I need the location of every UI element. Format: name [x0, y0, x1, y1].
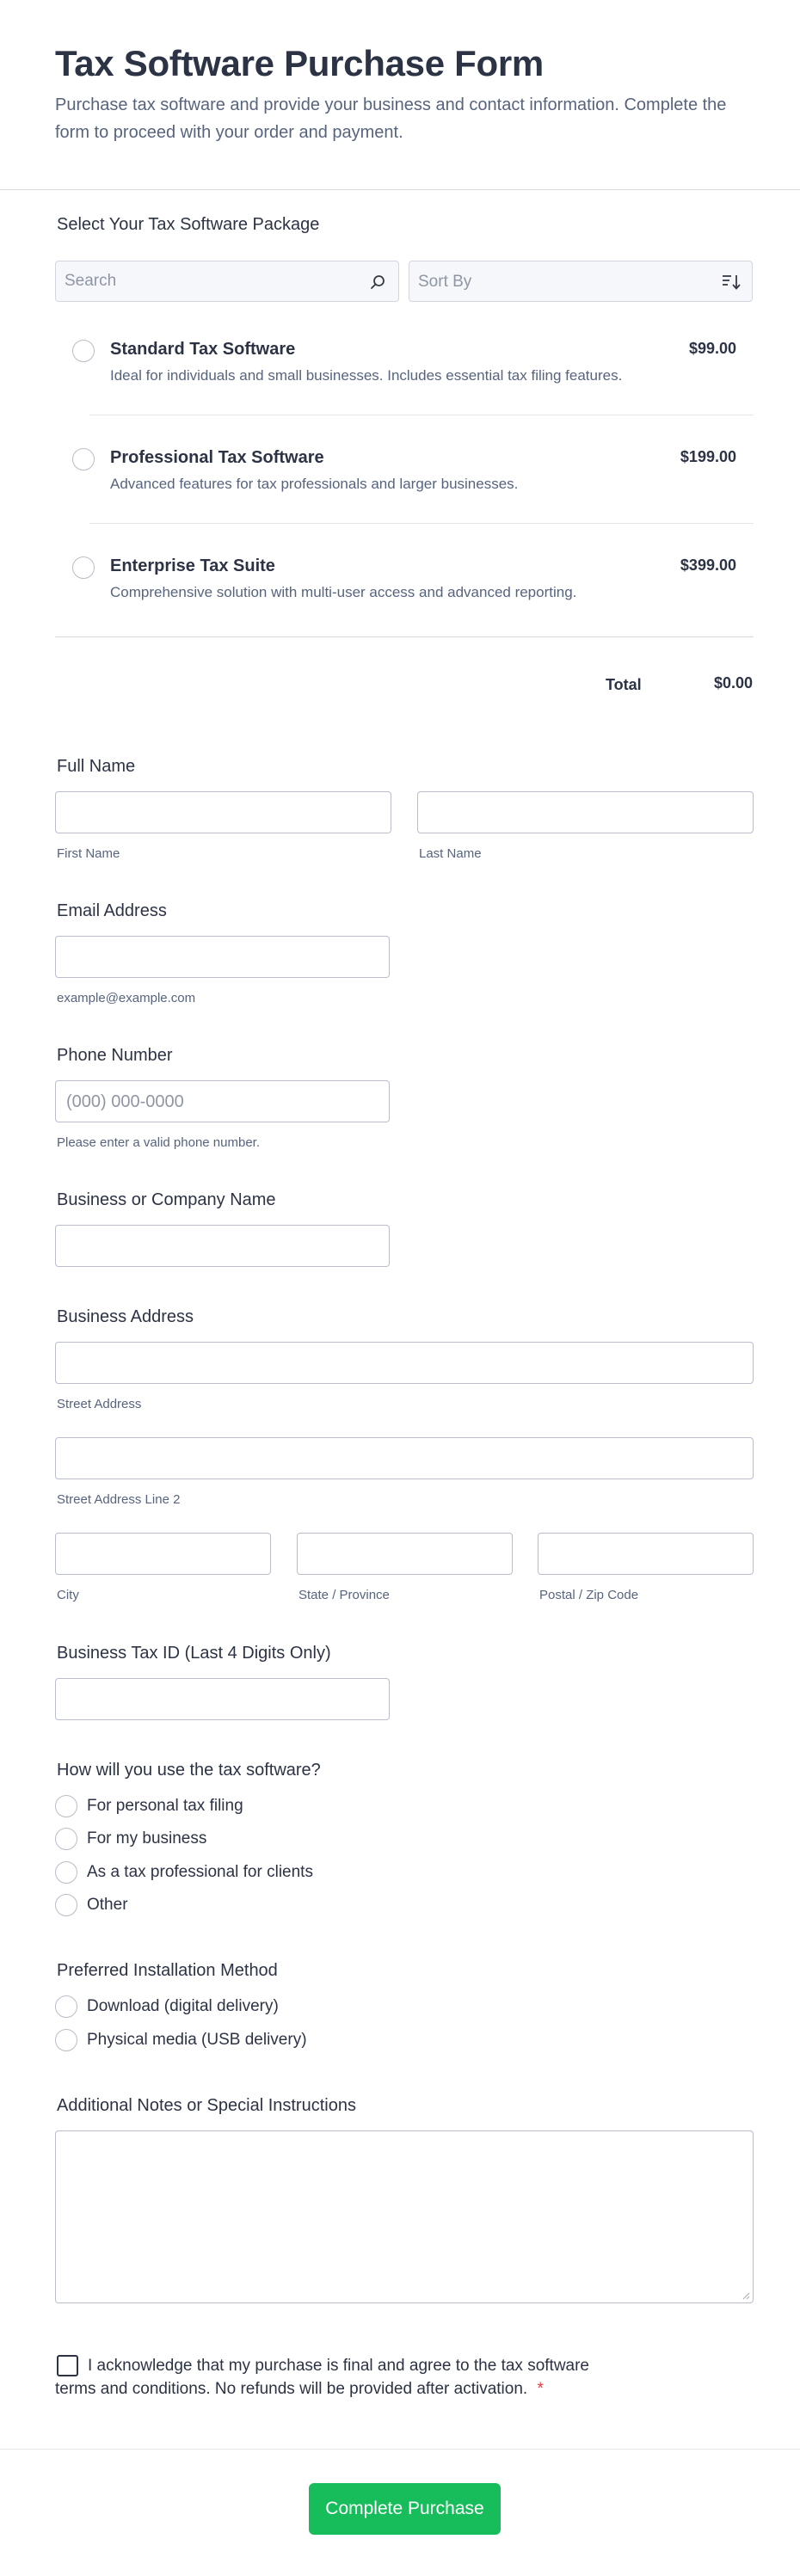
- form-header: Tax Software Purchase Form Purchase tax …: [0, 0, 800, 190]
- state-sublabel: State / Province: [298, 1588, 390, 1602]
- complete-purchase-button[interactable]: Complete Purchase: [309, 2483, 501, 2535]
- product-description: Comprehensive solution with multi-user a…: [110, 584, 577, 600]
- product-radio[interactable]: [72, 340, 95, 362]
- usage-option[interactable]: Other: [55, 1894, 399, 1918]
- radio-button[interactable]: [55, 1795, 77, 1817]
- install-option-label: Physical media (USB delivery): [87, 2031, 307, 2049]
- zip-sublabel: Postal / Zip Code: [539, 1588, 639, 1602]
- form-description: Purchase tax software and provide your b…: [55, 95, 727, 142]
- install-option-label: Download (digital delivery): [87, 1997, 279, 2015]
- email-input[interactable]: [55, 936, 390, 978]
- sort-icon: [723, 275, 741, 290]
- product-name: Professional Tax Software: [110, 448, 324, 467]
- first-name-input[interactable]: [55, 791, 391, 833]
- notes-label: Additional Notes or Special Instructions: [57, 2096, 356, 2115]
- product-price: $99.00: [688, 340, 736, 357]
- last-name-input[interactable]: [417, 791, 754, 833]
- radio-button[interactable]: [55, 1995, 77, 2018]
- city-sublabel: City: [57, 1588, 79, 1602]
- usage-option[interactable]: For personal tax filing: [55, 1795, 399, 1819]
- products-divider: [55, 636, 754, 637]
- city-input[interactable]: [55, 1533, 271, 1575]
- usage-option-label: As a tax professional for clients: [87, 1863, 313, 1881]
- email-sublabel: example@example.com: [57, 991, 196, 1005]
- product-radio[interactable]: [72, 556, 95, 579]
- product-description: Advanced features for tax professionals …: [110, 476, 519, 492]
- usage-option-label: For my business: [87, 1829, 207, 1847]
- street-address-line2-sublabel: Street Address Line 2: [57, 1492, 181, 1507]
- street-address-input[interactable]: [55, 1342, 754, 1384]
- form-title: Tax Software Purchase Form: [55, 43, 544, 83]
- full-name-label: Full Name: [57, 757, 136, 776]
- product-radio[interactable]: [72, 448, 95, 470]
- last-name-sublabel: Last Name: [419, 846, 482, 861]
- email-label: Email Address: [57, 901, 167, 920]
- first-name-sublabel: First Name: [57, 846, 120, 861]
- notes-textarea[interactable]: [55, 2130, 754, 2303]
- footer-divider: [0, 2449, 800, 2450]
- product-description: Ideal for individuals and small business…: [110, 367, 623, 384]
- product-name: Enterprise Tax Suite: [110, 556, 275, 575]
- product-item[interactable]: Standard Tax Software Ideal for individu…: [55, 340, 754, 384]
- radio-button[interactable]: [55, 1861, 77, 1884]
- phone-label: Phone Number: [57, 1046, 173, 1065]
- sort-placeholder: Sort By: [418, 273, 472, 291]
- tax-id-label: Business Tax ID (Last 4 Digits Only): [57, 1644, 331, 1663]
- state-input[interactable]: [297, 1533, 513, 1575]
- sort-by-select[interactable]: Sort By: [409, 261, 753, 302]
- radio-button[interactable]: [55, 2029, 77, 2051]
- usage-option[interactable]: For my business: [55, 1828, 399, 1852]
- company-input[interactable]: [55, 1225, 390, 1267]
- radio-button[interactable]: [55, 1828, 77, 1850]
- product-price: $199.00: [680, 448, 736, 465]
- products-label: Select Your Tax Software Package: [57, 215, 320, 234]
- phone-placeholder: (000) 000-0000: [66, 1092, 184, 1111]
- street-address-sublabel: Street Address: [57, 1397, 142, 1411]
- usage-option-label: Other: [87, 1896, 128, 1914]
- zip-input[interactable]: [538, 1533, 754, 1575]
- usage-label: How will you use the tax software?: [57, 1761, 321, 1780]
- usage-option-label: For personal tax filing: [87, 1797, 243, 1815]
- install-label: Preferred Installation Method: [57, 1961, 278, 1980]
- radio-button[interactable]: [55, 1894, 77, 1916]
- terms-line-2: terms and conditions. No refunds will be…: [55, 2380, 528, 2398]
- terms-text-row: terms and conditions. No refunds will be…: [55, 2380, 544, 2399]
- company-label: Business or Company Name: [57, 1190, 276, 1209]
- install-option[interactable]: Download (digital delivery): [55, 1995, 399, 2020]
- required-asterisk: *: [537, 2380, 544, 2398]
- product-item[interactable]: Professional Tax Software Advanced featu…: [55, 448, 754, 492]
- terms-line-1: I acknowledge that my purchase is final …: [88, 2357, 589, 2375]
- usage-option[interactable]: As a tax professional for clients: [55, 1861, 399, 1885]
- product-search-input[interactable]: Search: [55, 261, 399, 302]
- total-value: $0.00: [713, 674, 753, 692]
- address-label: Business Address: [57, 1307, 194, 1326]
- terms-checkbox[interactable]: [57, 2355, 78, 2376]
- product-item[interactable]: Enterprise Tax Suite Comprehensive solut…: [55, 556, 754, 600]
- resize-handle-icon[interactable]: [742, 2291, 750, 2300]
- product-price: $399.00: [680, 556, 736, 574]
- install-option[interactable]: Physical media (USB delivery): [55, 2029, 399, 2053]
- search-placeholder: Search: [65, 272, 117, 290]
- search-icon[interactable]: [369, 274, 386, 291]
- product-divider: [89, 523, 754, 524]
- phone-input[interactable]: (000) 000-0000: [55, 1080, 390, 1122]
- product-name: Standard Tax Software: [110, 340, 296, 359]
- phone-sublabel: Please enter a valid phone number.: [57, 1135, 260, 1150]
- total-label: Total: [606, 676, 642, 693]
- tax-id-input[interactable]: [55, 1678, 390, 1720]
- street-address-line2-input[interactable]: [55, 1437, 754, 1479]
